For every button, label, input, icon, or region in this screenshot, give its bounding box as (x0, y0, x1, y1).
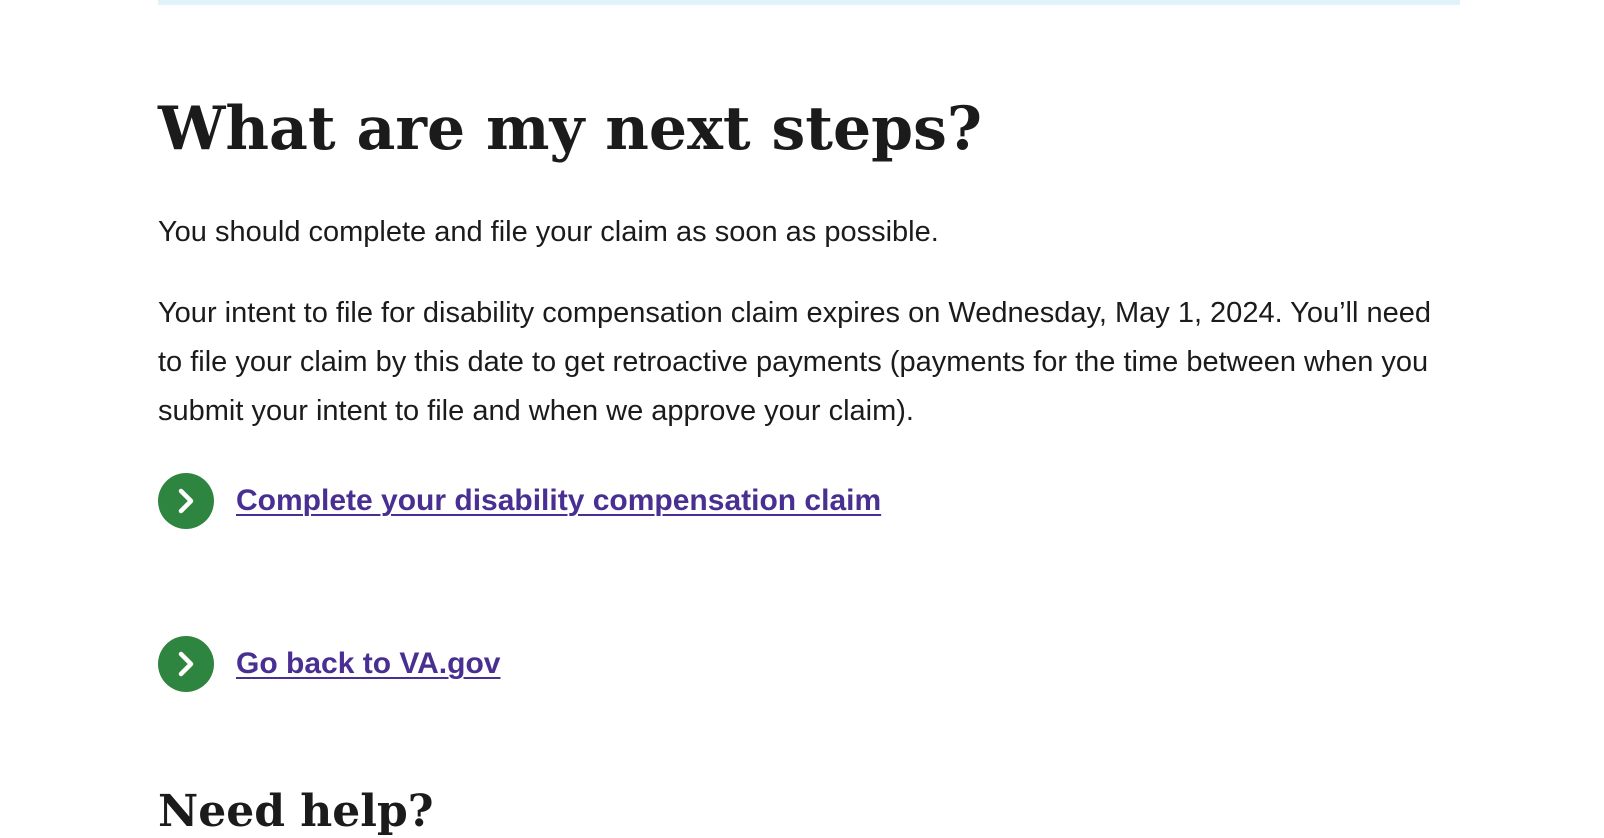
complete-claim-link-label: Complete your disability compensation cl… (236, 484, 882, 517)
need-help-heading: Need help? (158, 786, 434, 837)
top-border (158, 0, 1460, 5)
intro-paragraph: You should complete and file your claim … (158, 216, 939, 248)
go-back-va-link[interactable]: Go back to VA.gov (158, 636, 500, 692)
chevron-right-circle-icon (158, 473, 214, 529)
expiration-paragraph: Your intent to file for disability compe… (158, 297, 1431, 427)
complete-claim-link[interactable]: Complete your disability compensation cl… (158, 473, 881, 529)
go-back-va-link-label: Go back to VA.gov (236, 647, 501, 680)
chevron-right-circle-icon (158, 636, 214, 692)
page-title: What are my next steps? (158, 94, 983, 164)
